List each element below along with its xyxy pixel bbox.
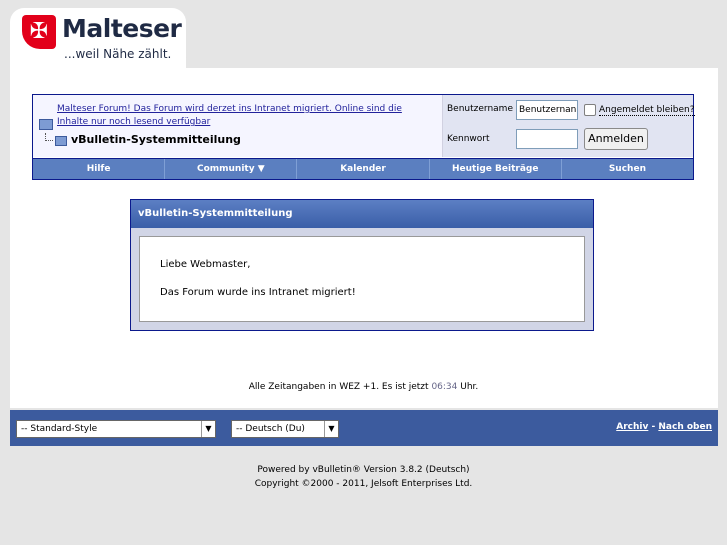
menu-item-help[interactable]: Hilfe	[33, 159, 166, 179]
login-button[interactable]: Anmelden	[584, 128, 648, 150]
footer-bar: -- Standard-Style ▼ -- Deutsch (Du) ▼ Ar…	[10, 410, 718, 446]
remember-me-checkbox[interactable]: Angemeldet bleiben?	[584, 104, 695, 116]
message-greeting: Liebe Webmaster,	[160, 259, 251, 270]
menu-item-search[interactable]: Suchen	[562, 159, 693, 179]
malteser-logo[interactable]: ✠ Malteser ...weil Nähe zählt.	[22, 14, 182, 61]
checkbox-icon[interactable]	[584, 104, 596, 116]
password-input[interactable]	[516, 129, 578, 149]
style-select[interactable]: -- Standard-Style ▼	[16, 420, 216, 438]
footer-links: Archiv - Nach oben	[616, 422, 712, 432]
breadcrumb: Malteser Forum! Das Forum wird derzet in…	[33, 95, 443, 157]
menu-item-calendar[interactable]: Kalender	[297, 159, 430, 179]
language-select[interactable]: -- Deutsch (Du) ▼	[231, 420, 339, 438]
brand-name: Malteser	[62, 14, 182, 43]
copyright: Powered by vBulletin® Version 3.8.2 (Deu…	[0, 463, 727, 491]
forum-home-link[interactable]: Malteser Forum! Das Forum wird derzet in…	[57, 103, 433, 129]
timezone-info: Alle Zeitangaben in WEZ +1. Es ist jetzt…	[248, 382, 479, 392]
system-message-box: vBulletin-Systemmitteilung Liebe Webmast…	[130, 199, 594, 331]
chevron-down-icon[interactable]: ▼	[324, 421, 338, 437]
menu-item-community[interactable]: Community ▼	[165, 159, 298, 179]
current-time: 06:34	[431, 382, 458, 392]
system-message-body: Liebe Webmaster, Das Forum wurde ins Int…	[139, 236, 585, 322]
password-label: Kennwort	[447, 134, 490, 144]
chevron-down-icon[interactable]: ▼	[201, 421, 215, 437]
copyright-notice: Copyright ©2000 - 2011, Jelsoft Enterpri…	[254, 479, 473, 489]
thread-folder-icon	[55, 136, 67, 146]
main-menu: Hilfe Community ▼ Kalender Heutige Beitr…	[32, 158, 694, 180]
message-text: Das Forum wurde ins Intranet migriert!	[160, 287, 356, 298]
menu-item-todays-posts[interactable]: Heutige Beiträge	[430, 159, 562, 179]
system-message-title: vBulletin-Systemmitteilung	[131, 200, 593, 228]
forum-folder-icon	[39, 119, 53, 130]
archive-link[interactable]: Archiv	[616, 422, 648, 432]
powered-by: Powered by vBulletin® Version 3.8.2 (Deu…	[257, 465, 470, 475]
brand-slogan: ...weil Nähe zählt.	[64, 47, 172, 61]
maltese-cross-icon: ✠	[22, 15, 56, 49]
username-label: Benutzername	[447, 104, 513, 114]
back-to-top-link[interactable]: Nach oben	[658, 422, 712, 432]
remember-me-label: Angemeldet bleiben?	[599, 104, 695, 116]
current-page-title: vBulletin-Systemmitteilung	[71, 133, 241, 146]
tree-connector	[45, 133, 53, 141]
username-input[interactable]: Benutzernan	[516, 100, 578, 120]
